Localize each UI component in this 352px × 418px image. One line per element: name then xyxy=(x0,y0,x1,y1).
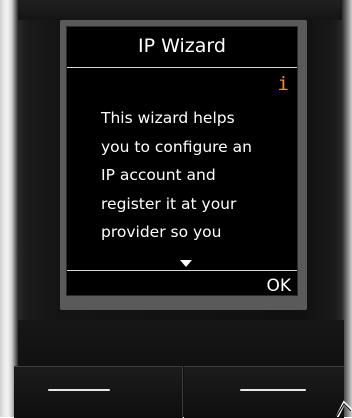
left-softkey-indicator xyxy=(48,389,110,391)
scroll-down-arrow-icon xyxy=(180,260,192,267)
pointer-arrow-icon xyxy=(335,400,352,417)
title-divider xyxy=(67,67,297,68)
ok-softkey-label[interactable]: OK xyxy=(266,276,291,296)
phone-display: IP Wizard i This wizard helps you to con… xyxy=(66,26,298,296)
softkey-divider xyxy=(67,270,297,271)
phone-handset: IP Wizard i This wizard helps you to con… xyxy=(0,0,352,418)
description-line: you to configure an xyxy=(101,137,252,156)
info-icon: i xyxy=(277,73,289,95)
handset-lower-panel xyxy=(18,320,344,370)
handset-top-panel xyxy=(18,0,342,20)
wizard-description: This wizard helps you to configure an IP… xyxy=(101,104,291,247)
screen-title: IP Wizard xyxy=(138,35,226,57)
description-line: register it at your xyxy=(101,194,237,213)
left-softkey-button[interactable] xyxy=(14,366,183,418)
description-line: This wizard helps xyxy=(101,109,235,127)
description-line: IP account and xyxy=(101,166,216,184)
right-softkey-button[interactable] xyxy=(184,366,344,418)
right-softkey-indicator xyxy=(240,389,306,391)
description-line: provider so you xyxy=(101,223,222,241)
